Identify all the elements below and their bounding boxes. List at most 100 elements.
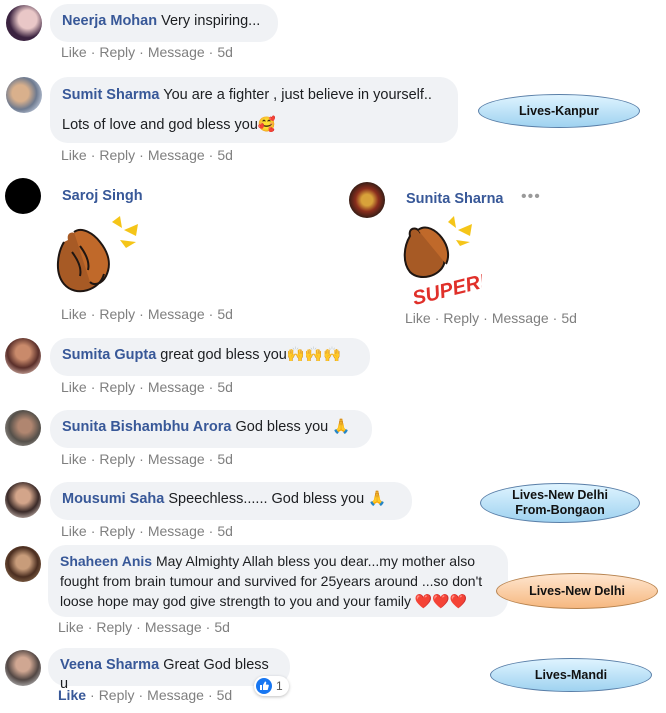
like-button[interactable]: Like: [58, 687, 86, 703]
separator: ·: [139, 451, 144, 467]
like-button[interactable]: Like: [61, 44, 87, 60]
like-button[interactable]: Like: [58, 619, 84, 635]
message-button[interactable]: Message: [148, 306, 205, 322]
separator: ·: [90, 687, 95, 703]
message-button[interactable]: Message: [148, 44, 205, 60]
reaction-count[interactable]: 1: [254, 676, 289, 696]
separator: ·: [139, 523, 144, 539]
timestamp[interactable]: 5d: [217, 306, 233, 322]
comment-author[interactable]: Sumit Sharma: [62, 87, 160, 103]
separator: ·: [205, 619, 211, 635]
location-tag-text: Lives-New Delhi: [512, 488, 608, 502]
separator: ·: [90, 147, 96, 163]
avatar-shaheen[interactable]: [5, 546, 41, 582]
message-button[interactable]: Message: [148, 379, 205, 395]
message-button[interactable]: Message: [148, 523, 205, 539]
comment-bubble: Sunita Bishambhu Arora God bless you 🙏: [50, 410, 372, 448]
comment-text: God bless you 🙏: [235, 419, 351, 435]
comment-actions: Like · Reply · Message · 5d: [61, 306, 233, 322]
message-button[interactable]: Message: [148, 147, 205, 163]
avatar-sunita-arora[interactable]: [5, 410, 41, 446]
comment-bubble: Mousumi Saha Speechless...... God bless …: [50, 482, 412, 520]
reply-button[interactable]: Reply: [99, 147, 135, 163]
separator: ·: [139, 306, 144, 322]
reply-button[interactable]: Reply: [99, 451, 135, 467]
timestamp[interactable]: 5d: [217, 687, 233, 703]
timestamp[interactable]: 5d: [217, 451, 233, 467]
avatar-neerja[interactable]: [6, 5, 42, 41]
separator: ·: [138, 687, 144, 703]
comment-text-line3: loose hope may god give strength to you …: [60, 593, 468, 609]
reply-button[interactable]: Reply: [99, 687, 135, 703]
location-tag-kanpur: Lives-Kanpur: [478, 94, 640, 128]
reply-button[interactable]: Reply: [96, 619, 132, 635]
like-reaction-icon: [256, 678, 272, 694]
location-tag-text: Lives-New Delhi: [529, 583, 625, 598]
like-button[interactable]: Like: [61, 379, 87, 395]
comment-author[interactable]: Sunita Bishambhu Arora: [62, 419, 231, 435]
separator: ·: [207, 687, 213, 703]
reply-button[interactable]: Reply: [99, 379, 135, 395]
timestamp[interactable]: 5d: [217, 379, 233, 395]
separator: ·: [139, 379, 144, 395]
location-tag-text: Lives-Kanpur: [519, 103, 599, 118]
message-button[interactable]: Message: [492, 310, 549, 326]
comment-author[interactable]: Mousumi Saha: [62, 491, 164, 507]
separator: ·: [90, 451, 96, 467]
comment-actions: Like · Reply · Message · 5d: [58, 687, 232, 703]
separator: ·: [208, 44, 214, 60]
comment-author[interactable]: Veena Sharma: [60, 657, 159, 673]
comment-actions: Like · Reply · Message · 5d: [405, 310, 577, 326]
comment-actions: Like · Reply · Message · 5d: [61, 523, 233, 539]
more-options-icon[interactable]: •••: [521, 188, 541, 206]
comment-author[interactable]: Sunita Sharna: [406, 191, 504, 207]
separator: ·: [90, 44, 96, 60]
comment-author[interactable]: Neerja Mohan: [62, 13, 157, 29]
reply-button[interactable]: Reply: [99, 44, 135, 60]
like-button[interactable]: Like: [405, 310, 431, 326]
comment-actions: Like · Reply · Message · 5d: [61, 451, 233, 467]
clap-sticker-icon: [50, 212, 142, 298]
avatar-mousumi[interactable]: [5, 482, 41, 518]
separator: ·: [208, 147, 214, 163]
location-tag-mandi: Lives-Mandi: [490, 658, 652, 692]
like-button[interactable]: Like: [61, 306, 87, 322]
message-button[interactable]: Message: [148, 451, 205, 467]
separator: ·: [139, 147, 144, 163]
avatar-saroj[interactable]: [5, 178, 41, 214]
comment-bubble: Sumita Gupta great god bless you🙌🙌🙌: [50, 338, 370, 376]
timestamp[interactable]: 5d: [214, 619, 230, 635]
avatar-sumita[interactable]: [5, 338, 41, 374]
timestamp[interactable]: 5d: [217, 44, 233, 60]
timestamp[interactable]: 5d: [217, 147, 233, 163]
timestamp[interactable]: 5d: [561, 310, 577, 326]
message-button[interactable]: Message: [147, 687, 204, 703]
comment-author[interactable]: Saroj Singh: [62, 188, 143, 204]
reply-button[interactable]: Reply: [99, 523, 135, 539]
timestamp[interactable]: 5d: [217, 523, 233, 539]
location-tag-new-delhi-bongaon: Lives-New Delhi From-Bongaon: [480, 483, 640, 523]
comment-text: great god bless you🙌🙌🙌: [160, 347, 342, 363]
reply-button[interactable]: Reply: [443, 310, 479, 326]
comment-actions: Like · Reply · Message · 5d: [61, 44, 233, 60]
like-button[interactable]: Like: [61, 147, 87, 163]
avatar-sunita-sharna[interactable]: [349, 182, 385, 218]
avatar-veena[interactable]: [5, 650, 41, 686]
separator: ·: [208, 523, 214, 539]
comment-bubble: Shaheen Anis May Almighty Allah bless yo…: [48, 545, 508, 617]
comment-author[interactable]: Sumita Gupta: [62, 347, 156, 363]
message-button[interactable]: Message: [145, 619, 202, 635]
reply-button[interactable]: Reply: [99, 306, 135, 322]
comment-bubble: Veena Sharma Great God bless u: [48, 648, 290, 692]
comment-text-line2: Lots of love and god bless you🥰: [62, 117, 276, 133]
comment-text: Speechless...... God bless you 🙏: [168, 491, 387, 507]
comment-actions: Like · Reply · Message · 5d: [61, 379, 233, 395]
reaction-count-value: 1: [276, 679, 283, 693]
comment-text-line1: You are a fighter , just believe in your…: [163, 87, 432, 103]
like-button[interactable]: Like: [61, 451, 87, 467]
avatar-sumit[interactable]: [6, 77, 42, 113]
separator: ·: [87, 619, 93, 635]
comment-text-line2: fought from brain tumour and survived fo…: [60, 573, 483, 589]
like-button[interactable]: Like: [61, 523, 87, 539]
comment-author[interactable]: Shaheen Anis: [60, 553, 152, 569]
